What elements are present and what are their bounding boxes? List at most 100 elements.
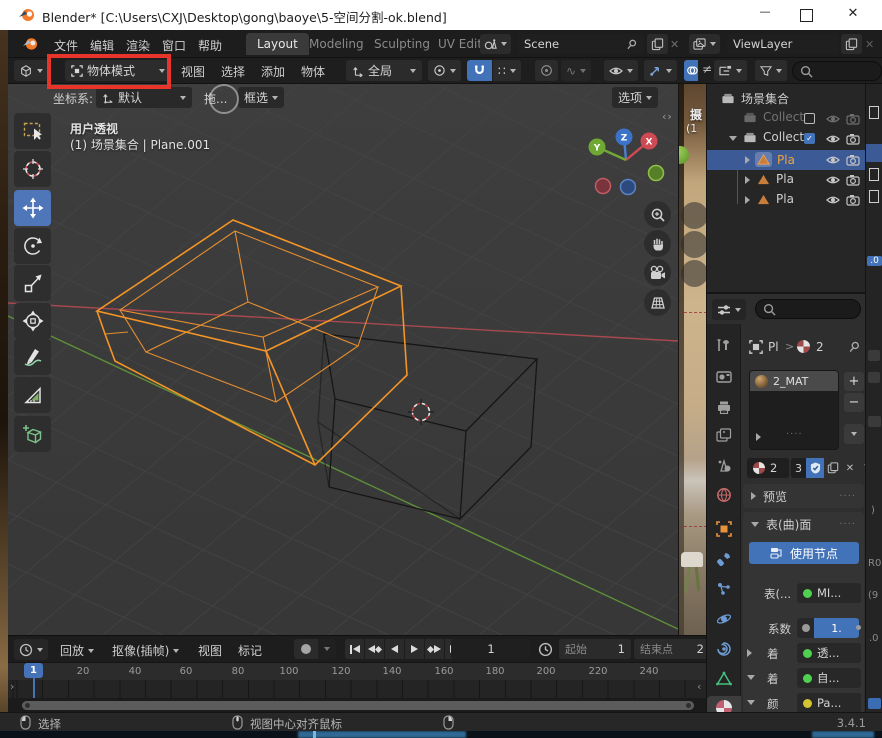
slot-add-button[interactable]: + <box>844 372 864 391</box>
scene-unlink-button[interactable]: ✕ <box>670 38 679 51</box>
tab-data[interactable] <box>716 671 732 686</box>
render-camera-icon[interactable] <box>846 153 860 167</box>
hide-eye-icon[interactable] <box>826 133 840 145</box>
overlays-dropdown[interactable] <box>644 60 677 81</box>
menu-view[interactable]: 视图 <box>181 63 205 80</box>
pin-icon[interactable] <box>844 337 864 357</box>
navigation-gizmo[interactable]: Y Z X <box>568 120 678 210</box>
scene-new-button[interactable] <box>647 34 668 54</box>
slot-list-expand-icon[interactable] <box>756 433 761 441</box>
menu-render[interactable]: 渲染 <box>126 37 150 54</box>
row-expanded-icon[interactable] <box>747 700 755 705</box>
tab-object[interactable] <box>716 521 732 537</box>
camera-view-button[interactable] <box>644 259 671 286</box>
editor-type-button[interactable] <box>14 60 48 81</box>
menu-window[interactable]: 窗口 <box>162 37 186 54</box>
tab-uv-edit[interactable]: UV Edit <box>438 37 482 51</box>
outliner-row-scene-collection[interactable]: 场景集合 <box>721 90 789 107</box>
hide-eye-icon[interactable] <box>826 154 840 166</box>
view-layer-name-field[interactable]: ViewLayer <box>727 34 839 54</box>
frame-end-field[interactable]: 结束点 2 <box>634 639 706 659</box>
row-collapsed-icon[interactable] <box>747 649 752 657</box>
shader2-dropdown[interactable]: 自... <box>797 668 861 688</box>
tab-output[interactable] <box>716 400 732 414</box>
hide-eye-icon[interactable] <box>826 174 840 186</box>
factor-value-slider[interactable]: 1. <box>814 618 859 638</box>
panel-preview-header[interactable]: 预览 ···· <box>743 484 864 508</box>
region-arrow-left[interactable]: › <box>10 680 14 693</box>
disclosure-closed-icon[interactable] <box>745 156 750 164</box>
menu-playback[interactable]: 回放 <box>60 642 94 659</box>
box-select-dropdown[interactable]: 框选 <box>238 87 284 108</box>
outliner-row-collection-disabled[interactable]: Collect <box>743 110 804 124</box>
panel-grip[interactable]: ···· <box>839 519 856 530</box>
slot-remove-button[interactable]: − <box>844 393 864 412</box>
use-preview-range-button[interactable] <box>538 642 553 657</box>
next-keyframe-button[interactable] <box>425 639 444 659</box>
scrollbar-thumb[interactable] <box>22 701 694 710</box>
outliner-filter-dropdown[interactable] <box>755 60 787 81</box>
timeline-lanes[interactable] <box>8 680 706 698</box>
render-camera-icon[interactable] <box>846 132 860 146</box>
overlays-toggle-button[interactable] <box>684 60 698 81</box>
tab-render[interactable] <box>716 370 732 384</box>
row-expanded-icon[interactable] <box>747 675 755 680</box>
panel-surface-header[interactable]: 表(曲)面 ···· <box>743 512 864 536</box>
disclosure-closed-icon[interactable] <box>745 196 750 204</box>
tab-scene[interactable] <box>716 458 732 473</box>
breadcrumb-material[interactable]: 2 <box>816 340 824 354</box>
move-tool[interactable] <box>14 190 51 226</box>
material-slot-selected[interactable]: 2_MAT <box>750 371 838 391</box>
menu-edit[interactable]: 编辑 <box>90 37 114 54</box>
tab-layout[interactable]: Layout <box>246 33 309 55</box>
snap-toggle-button[interactable] <box>467 60 492 81</box>
strip-camera-button[interactable] <box>681 260 706 287</box>
breadcrumb-object[interactable]: Pl <box>768 340 779 354</box>
cursor-tool[interactable] <box>14 151 51 187</box>
menu-help[interactable]: 帮助 <box>198 37 222 54</box>
blender-menu-icon[interactable] <box>22 36 39 51</box>
properties-search-input[interactable] <box>755 299 861 319</box>
current-frame-field[interactable]: 1 <box>451 639 531 659</box>
timeline-ruler[interactable]: 20 40 60 80 100 120 140 160 180 200 220 … <box>8 662 706 680</box>
region-arrow-right[interactable]: ‹ <box>697 680 701 693</box>
animate-dot-icon[interactable] <box>856 625 861 630</box>
view-layer-unlink-button[interactable]: ✕ <box>865 38 874 51</box>
render-camera-icon[interactable] <box>846 193 860 207</box>
strip-pan-button[interactable] <box>681 231 706 258</box>
zoom-button[interactable] <box>644 201 671 228</box>
outliner-row-object[interactable]: Pla <box>757 192 794 206</box>
region-collapse-icon[interactable]: ‹› <box>662 110 673 123</box>
falloff-dropdown[interactable]: ∿ <box>561 60 591 81</box>
color-dropdown[interactable]: Pa... <box>797 693 861 713</box>
rotate-tool[interactable] <box>14 228 51 264</box>
strip-zoom-button[interactable] <box>681 202 706 229</box>
disclosure-open-icon[interactable] <box>729 136 737 141</box>
hide-eye-icon[interactable] <box>826 194 840 206</box>
transform-orientation-dropdown[interactable]: 全局 <box>346 60 422 81</box>
pivot-point-dropdown[interactable] <box>428 60 461 81</box>
fake-user-button[interactable] <box>806 458 824 478</box>
pan-hand-button[interactable] <box>644 230 671 257</box>
unlink-material-button[interactable]: ✕ <box>842 458 858 478</box>
timeline-scrollbar[interactable] <box>8 698 706 712</box>
record-button[interactable] <box>294 639 318 659</box>
scale-tool[interactable] <box>14 265 51 301</box>
timeline-editor-type-button[interactable] <box>14 639 48 660</box>
add-cube-tool[interactable] <box>14 416 51 452</box>
menu-select[interactable]: 选择 <box>221 63 245 80</box>
tab-physics[interactable] <box>716 611 732 627</box>
shader1-dropdown[interactable]: 透... <box>797 643 861 663</box>
play-reverse-button[interactable] <box>385 639 404 659</box>
outliner-display-mode-dropdown[interactable] <box>714 60 747 81</box>
material-browse-button[interactable]: 2 <box>747 458 789 478</box>
hide-eye-icon[interactable] <box>826 113 840 125</box>
viewport-3d[interactable]: 坐标系: 默认 拖... 框选 选项 用户透视 (1) 场景集合 | Plane… <box>8 84 678 635</box>
keying-set-dropdown[interactable] <box>318 639 336 659</box>
users-count-button[interactable]: 3 <box>791 458 806 478</box>
frame-start-field[interactable]: 起始 1 <box>559 639 631 659</box>
scene-name-field[interactable]: Scene <box>518 34 644 54</box>
slot-specials-button[interactable] <box>844 424 864 444</box>
snap-to-dropdown[interactable]: ∷ <box>493 60 521 81</box>
scrollbar-end-dot[interactable] <box>686 703 691 708</box>
